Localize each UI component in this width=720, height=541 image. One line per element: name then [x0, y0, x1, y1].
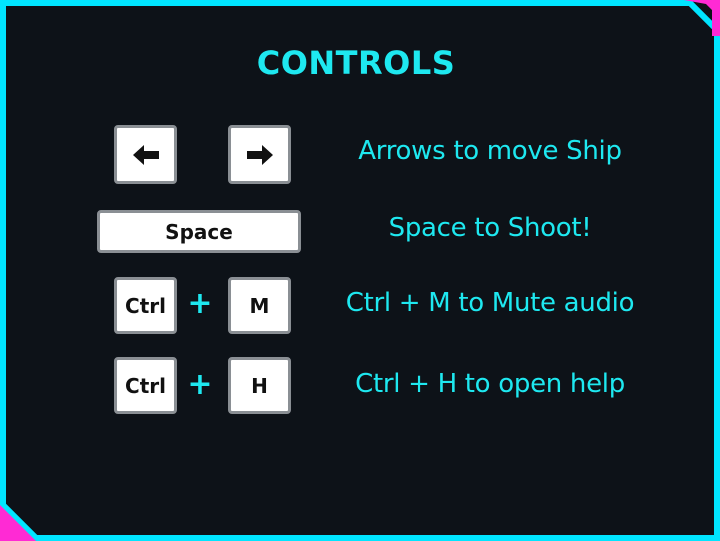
shoot-description: Space to Shoot!: [388, 213, 592, 243]
h-key: H: [228, 357, 291, 414]
page-title: CONTROLS: [256, 44, 456, 82]
mute-description: Ctrl + M to Mute audio: [345, 288, 635, 318]
right-arrow-key: [228, 125, 291, 184]
left-arrow-key: [114, 125, 177, 184]
right-arrow-icon: [246, 144, 273, 165]
ctrl-key-help: Ctrl: [114, 357, 177, 414]
ctrl-key-mute: Ctrl: [114, 277, 177, 334]
left-arrow-icon: [132, 144, 159, 165]
move-ship-description: Arrows to move Ship: [358, 136, 622, 166]
m-key: M: [228, 277, 291, 334]
plus-sign-help: +: [187, 367, 213, 402]
space-key: Space: [97, 210, 301, 253]
plus-sign-mute: +: [187, 286, 213, 321]
help-description: Ctrl + H to open help: [355, 369, 625, 399]
